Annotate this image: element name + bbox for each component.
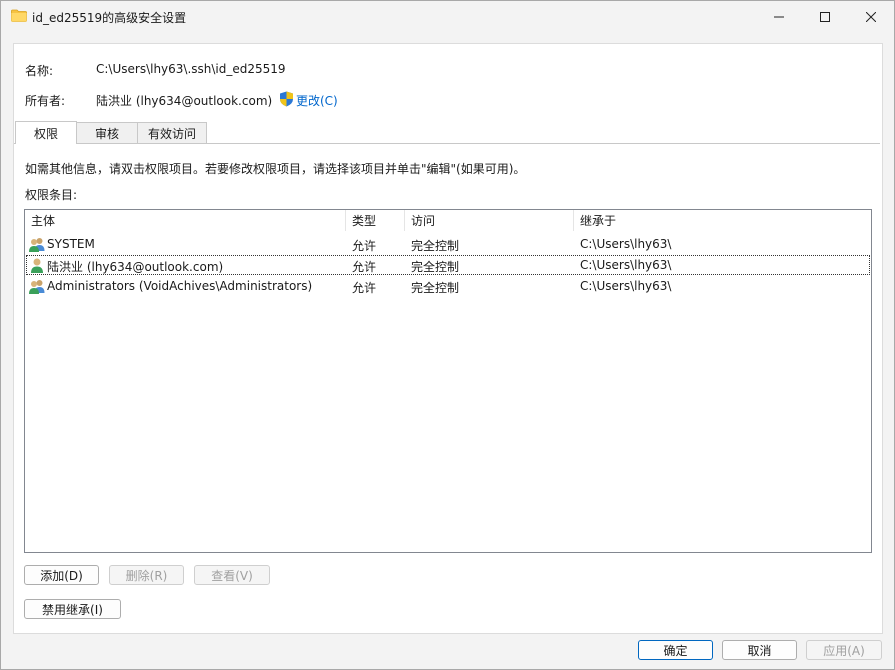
uac-shield-icon [280,91,293,107]
column-header-principal[interactable]: 主体 [25,210,346,231]
access-cell: 完全控制 [411,260,460,274]
tab-permissions[interactable]: 权限 [15,121,77,144]
permission-entries-list[interactable]: 主体 类型 访问 继承于 SYSTEM 允许 完全控制 C:\Users\lhy… [24,209,872,553]
principal-cell: SYSTEM [47,237,95,251]
inherited-from-cell: C:\Users\lhy63\ [580,237,672,251]
column-header-inherited-from[interactable]: 继承于 [574,210,871,231]
table-row[interactable]: Administrators (VoidAchives\Administrato… [26,276,870,296]
security-settings-window: id_ed25519的高级安全设置 名称: C:\Users\lhy63\.ss… [0,0,895,670]
close-icon [866,11,876,22]
window-title: id_ed25519的高级安全设置 [32,11,187,25]
close-button[interactable] [848,1,894,32]
title-bar[interactable]: id_ed25519的高级安全设置 [1,1,894,32]
owner-value: 陆洪业 (lhy634@outlook.com) [96,94,273,108]
remove-button[interactable]: 删除(R) [109,565,184,585]
column-header-access[interactable]: 访问 [405,210,574,231]
minimize-icon [774,16,784,17]
group-users-icon [29,238,45,252]
type-cell: 允许 [352,281,377,295]
ok-button[interactable]: 确定 [638,640,713,660]
add-button[interactable]: 添加(D) [24,565,99,585]
tab-divider [14,143,880,144]
name-label: 名称: [25,64,54,78]
type-cell: 允许 [352,239,377,253]
cancel-button[interactable]: 取消 [722,640,797,660]
disable-inheritance-button[interactable]: 禁用继承(I) [24,599,121,619]
column-header-type[interactable]: 类型 [346,210,405,231]
principal-cell: 陆洪业 (lhy634@outlook.com) [47,260,224,274]
inherited-from-cell: C:\Users\lhy63\ [580,279,672,293]
principal-cell: Administrators (VoidAchives\Administrato… [47,279,313,293]
minimize-button[interactable] [756,1,802,32]
name-value: C:\Users\lhy63\.ssh\id_ed25519 [96,62,286,76]
tab-effective-access[interactable]: 有效访问 [137,122,207,144]
view-button[interactable]: 查看(V) [194,565,270,585]
instructions-text: 如需其他信息，请双击权限项目。若要修改权限项目，请选择该项目并单击"编辑"(如果… [25,162,526,176]
maximize-icon [820,11,830,22]
access-cell: 完全控制 [411,239,460,253]
user-icon [31,258,43,273]
owner-label: 所有者: [25,94,66,108]
settings-panel: 名称: C:\Users\lhy63\.ssh\id_ed25519 所有者: … [13,43,883,634]
inherited-from-cell: C:\Users\lhy63\ [580,258,672,272]
table-row[interactable]: 陆洪业 (lhy634@outlook.com) 允许 完全控制 C:\User… [26,255,870,275]
apply-button[interactable]: 应用(A) [806,640,882,660]
permission-entries-label: 权限条目: [25,188,78,202]
access-cell: 完全控制 [411,281,460,295]
type-cell: 允许 [352,260,377,274]
table-row[interactable]: SYSTEM 允许 完全控制 C:\Users\lhy63\ [26,234,870,254]
folder-icon [11,9,27,22]
tab-auditing[interactable]: 审核 [76,122,138,144]
maximize-button[interactable] [802,1,848,32]
change-owner-link[interactable]: 更改(C) [296,92,338,109]
group-users-icon [29,280,45,294]
